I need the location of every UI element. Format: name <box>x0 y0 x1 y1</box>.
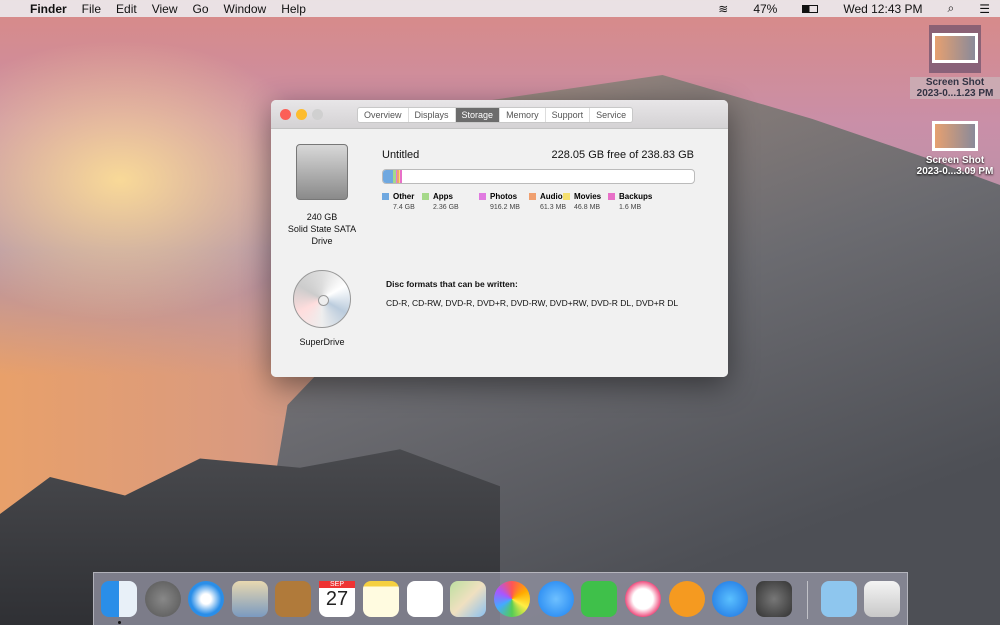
battery-percent[interactable]: 47% <box>753 2 777 16</box>
file-thumbnail <box>932 121 978 151</box>
tab-storage[interactable]: Storage <box>455 108 501 122</box>
legend-swatch <box>479 193 486 200</box>
hard-drive-icon <box>296 144 348 200</box>
dock-system-preferences-icon[interactable] <box>756 581 792 617</box>
dock-downloads-icon[interactable] <box>821 581 857 617</box>
notification-center-icon[interactable]: ☰ <box>979 2 990 16</box>
spotlight-icon[interactable]: ⌕ <box>948 1 955 16</box>
legend-swatch <box>529 193 536 200</box>
battery-icon[interactable] <box>802 4 819 13</box>
file-name: Screen Shot <box>925 77 985 88</box>
legend-backups: Backups 1.6 MB <box>608 192 652 211</box>
minimize-button[interactable] <box>296 109 307 120</box>
legend-swatch <box>608 193 615 200</box>
dock-ibooks-icon[interactable] <box>669 581 705 617</box>
free-space: 228.05 GB free of 238.83 GB <box>551 149 694 161</box>
dock-safari-icon[interactable] <box>188 581 224 617</box>
drive-size: 240 GB <box>306 212 338 222</box>
clock[interactable]: Wed 12:43 PM <box>843 2 922 16</box>
legend-label: Audio <box>540 192 563 201</box>
desktop-file[interactable]: Screen Shot 2023-0...1.23 PM <box>910 25 1000 99</box>
legend-photos: Photos 916.2 MB <box>479 192 520 211</box>
dock-separator <box>807 581 808 619</box>
menu-window[interactable]: Window <box>224 2 267 16</box>
tab-bar: Overview Displays Storage Memory Support… <box>357 107 634 123</box>
storage-segment-other <box>383 170 393 183</box>
legend-value: 916.2 MB <box>490 204 520 211</box>
legend-movies: Movies 46.8 MB <box>563 192 601 211</box>
tab-memory[interactable]: Memory <box>500 108 546 122</box>
legend-swatch <box>382 193 389 200</box>
drive-type: Solid State SATA <box>287 224 357 234</box>
tab-displays[interactable]: Displays <box>409 108 456 122</box>
legend-value: 7.4 GB <box>393 204 415 211</box>
formats-list: CD-R, CD-RW, DVD-R, DVD+R, DVD-RW, DVD+R… <box>386 298 679 308</box>
tab-support[interactable]: Support <box>546 108 591 122</box>
storage-bar <box>382 169 695 184</box>
about-this-mac-window: Overview Displays Storage Memory Support… <box>271 100 728 377</box>
legend-label: Movies <box>574 192 602 201</box>
dock-calendar-icon[interactable]: SEP 27 <box>319 581 355 617</box>
legend-swatch <box>422 193 429 200</box>
dock-launchpad-icon[interactable] <box>145 581 181 617</box>
legend-value: 2.36 GB <box>433 204 459 211</box>
superdrive-label: SuperDrive <box>299 337 345 347</box>
dock-facetime-icon[interactable] <box>581 581 617 617</box>
drive-kind: Drive <box>311 236 333 246</box>
dock-app-store-icon[interactable] <box>712 581 748 617</box>
storage-segment-backups <box>400 170 402 183</box>
dock-photos-icon[interactable] <box>494 581 530 617</box>
title-bar[interactable]: Overview Displays Storage Memory Support… <box>271 100 728 129</box>
tab-service[interactable]: Service <box>590 108 632 122</box>
dock-maps-icon[interactable] <box>450 581 486 617</box>
dock-mail-icon[interactable] <box>232 581 268 617</box>
menu-file[interactable]: File <box>82 2 101 16</box>
volume-name: Untitled <box>382 149 420 161</box>
legend-label: Photos <box>490 192 518 201</box>
menu-help[interactable]: Help <box>281 2 306 16</box>
legend-value: 1.6 MB <box>619 204 642 211</box>
menu-view[interactable]: View <box>152 2 178 16</box>
legend-apps: Apps 2.36 GB <box>422 192 459 211</box>
wifi-icon[interactable]: ≋ <box>718 2 728 16</box>
calendar-day: 27 <box>325 588 349 610</box>
formats-title: Disc formats that can be written: <box>386 279 518 289</box>
dock-messages-icon[interactable] <box>538 581 574 617</box>
legend-value: 46.8 MB <box>574 204 601 211</box>
legend-audio: Audio 61.3 MB <box>529 192 566 211</box>
menu-finder[interactable]: Finder <box>30 2 67 16</box>
zoom-button[interactable] <box>312 109 323 120</box>
file-thumbnail <box>932 33 978 63</box>
menu-edit[interactable]: Edit <box>116 2 137 16</box>
dock-reminders-icon[interactable] <box>407 581 443 617</box>
legend-other: Other 7.4 GB <box>382 192 415 211</box>
dock-trash-icon[interactable] <box>864 581 900 617</box>
legend-swatch <box>563 193 570 200</box>
dock: SEP 27 <box>93 572 908 625</box>
dock-notes-icon[interactable] <box>363 581 399 617</box>
menu-bar: Finder File Edit View Go Window Help ≋ 4… <box>0 0 1000 17</box>
dock-finder-icon[interactable] <box>101 581 137 617</box>
file-name-date: 2023-0...1.23 PM <box>916 88 994 99</box>
dock-itunes-icon[interactable] <box>625 581 661 617</box>
tab-overview[interactable]: Overview <box>358 108 409 122</box>
menu-go[interactable]: Go <box>193 2 209 16</box>
legend-label: Backups <box>619 192 653 201</box>
legend-label: Apps <box>433 192 453 201</box>
dock-contacts-icon[interactable] <box>275 581 311 617</box>
superdrive-icon <box>293 270 351 328</box>
close-button[interactable] <box>280 109 291 120</box>
file-name-date: 2023-0...3.09 PM <box>916 166 994 177</box>
running-indicator <box>118 621 121 624</box>
file-name: Screen Shot <box>925 155 985 166</box>
calendar-month: SEP <box>319 581 355 588</box>
desktop-file[interactable]: Screen Shot 2023-0...3.09 PM <box>910 121 1000 177</box>
legend-label: Other <box>393 192 415 201</box>
